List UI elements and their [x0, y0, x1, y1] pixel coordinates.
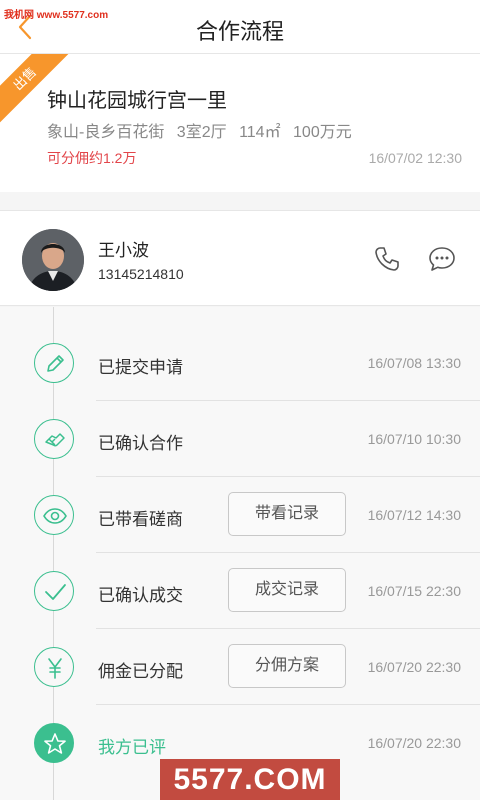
watermark: 我机网 www.5577.com — [4, 10, 109, 21]
eye-icon — [34, 495, 74, 535]
check-icon — [34, 571, 74, 611]
step-label: 我方已评 — [98, 738, 166, 757]
step-date: 16/07/20 22:30 — [367, 735, 461, 751]
footer-logo: 5577.COM — [160, 759, 340, 800]
property-card[interactable]: 出售 钟山花园城行宫一里 象山-良乡百花街 3室2厅 114㎡ 100万元 可分… — [0, 54, 480, 192]
star-icon — [34, 723, 74, 763]
progress-timeline: 已提交申请 16/07/08 13:30 已确认合作 16/07/10 10:3… — [0, 307, 480, 800]
message-button[interactable] — [427, 244, 457, 274]
timeline-step: 已提交申请 16/07/08 13:30 — [0, 325, 480, 401]
commission-plan-button[interactable]: 分佣方案 — [228, 644, 346, 688]
timeline-step: 佣金已分配 分佣方案 16/07/20 22:30 — [0, 629, 480, 705]
agent-phone: 13145214810 — [98, 266, 184, 282]
step-label: 已确认成交 — [98, 586, 183, 605]
step-label: 已带看磋商 — [98, 510, 183, 529]
yen-icon — [34, 647, 74, 687]
handshake-icon — [34, 419, 74, 459]
chat-bubble-icon — [429, 247, 455, 271]
agent-row: 王小波 13145214810 — [0, 210, 480, 306]
viewing-record-button[interactable]: 带看记录 — [228, 492, 346, 536]
property-location: 象山-良乡百花街 — [47, 124, 165, 141]
step-date: 16/07/20 22:30 — [367, 659, 461, 675]
phone-icon — [375, 247, 399, 271]
step-date: 16/07/08 13:30 — [367, 355, 461, 371]
step-date: 16/07/15 22:30 — [367, 583, 461, 599]
avatar — [22, 229, 84, 291]
agent-name: 王小波 — [98, 241, 149, 260]
property-details: 象山-良乡百花街 3室2厅 114㎡ 100万元 — [47, 118, 360, 142]
property-date: 16/07/02 12:30 — [368, 150, 462, 166]
step-label: 已提交申请 — [98, 358, 183, 377]
step-date: 16/07/12 14:30 — [367, 507, 461, 523]
footer-logo-text: 5577.COM — [173, 763, 327, 796]
property-price: 100万元 — [293, 124, 352, 141]
property-layout: 3室2厅 — [176, 124, 227, 141]
commission-text: 可分佣约1.2万 — [47, 150, 137, 166]
deal-record-button[interactable]: 成交记录 — [228, 568, 346, 612]
property-title: 钟山花园城行宫一里 — [47, 90, 227, 112]
pencil-icon — [34, 343, 74, 383]
timeline-step: 已确认合作 16/07/10 10:30 — [0, 401, 480, 477]
step-label: 佣金已分配 — [98, 662, 183, 681]
step-label: 已确认合作 — [98, 434, 183, 453]
property-area: 114㎡ — [239, 124, 281, 141]
step-date: 16/07/10 10:30 — [367, 431, 461, 447]
call-button[interactable] — [372, 244, 402, 274]
timeline-step: 已带看磋商 带看记录 16/07/12 14:30 — [0, 477, 480, 553]
timeline-step: 已确认成交 成交记录 16/07/15 22:30 — [0, 553, 480, 629]
